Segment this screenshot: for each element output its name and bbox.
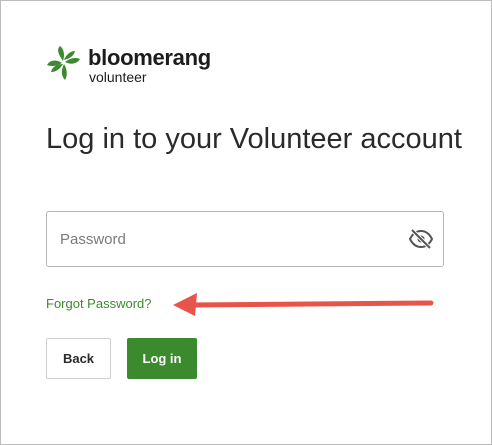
back-button[interactable]: Back <box>46 338 111 379</box>
brand-logo: bloomerang volunteer <box>46 45 246 85</box>
brand-product: volunteer <box>89 69 147 85</box>
eye-slash-icon[interactable] <box>409 229 433 249</box>
password-field[interactable] <box>46 211 444 267</box>
login-button[interactable]: Log in <box>127 338 197 379</box>
bloomerang-logo-icon <box>47 46 80 80</box>
page-title: Log in to your Volunteer account <box>46 123 462 155</box>
password-input[interactable] <box>60 212 390 266</box>
left-arrow-icon <box>173 293 434 316</box>
forgot-password-link[interactable]: Forgot Password? <box>46 296 152 311</box>
brand-name: bloomerang <box>88 45 211 70</box>
login-panel: bloomerang volunteer Log in to your Volu… <box>0 0 492 445</box>
